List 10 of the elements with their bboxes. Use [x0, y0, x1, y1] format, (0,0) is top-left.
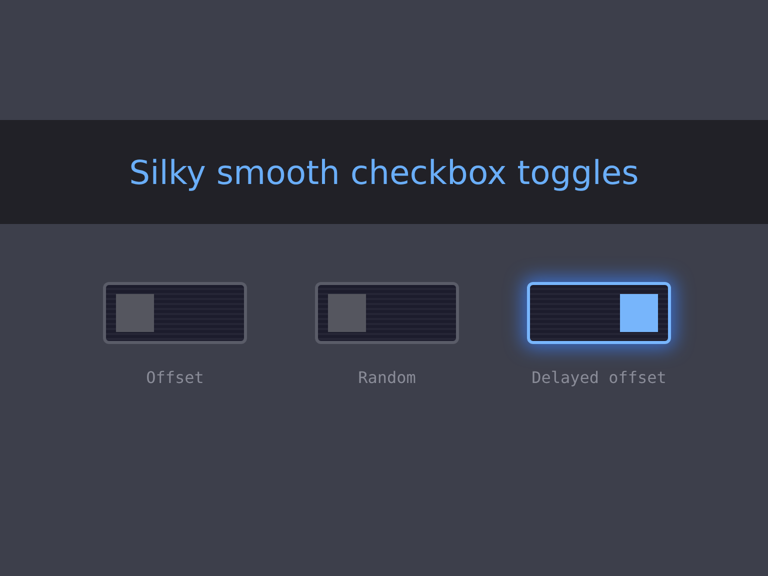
toggle-switch[interactable] [315, 282, 459, 344]
toggle-thumb [116, 294, 154, 332]
toggle-switch[interactable] [527, 282, 671, 344]
toggle-label: Offset [146, 368, 204, 387]
toggle-switch[interactable] [103, 282, 247, 344]
page-title: Silky smooth checkbox toggles [129, 152, 639, 192]
toggle-thumb [328, 294, 366, 332]
toggle-thumb [620, 294, 658, 332]
toggle-label: Delayed offset [532, 368, 666, 387]
toggle-label: Random [358, 368, 416, 387]
